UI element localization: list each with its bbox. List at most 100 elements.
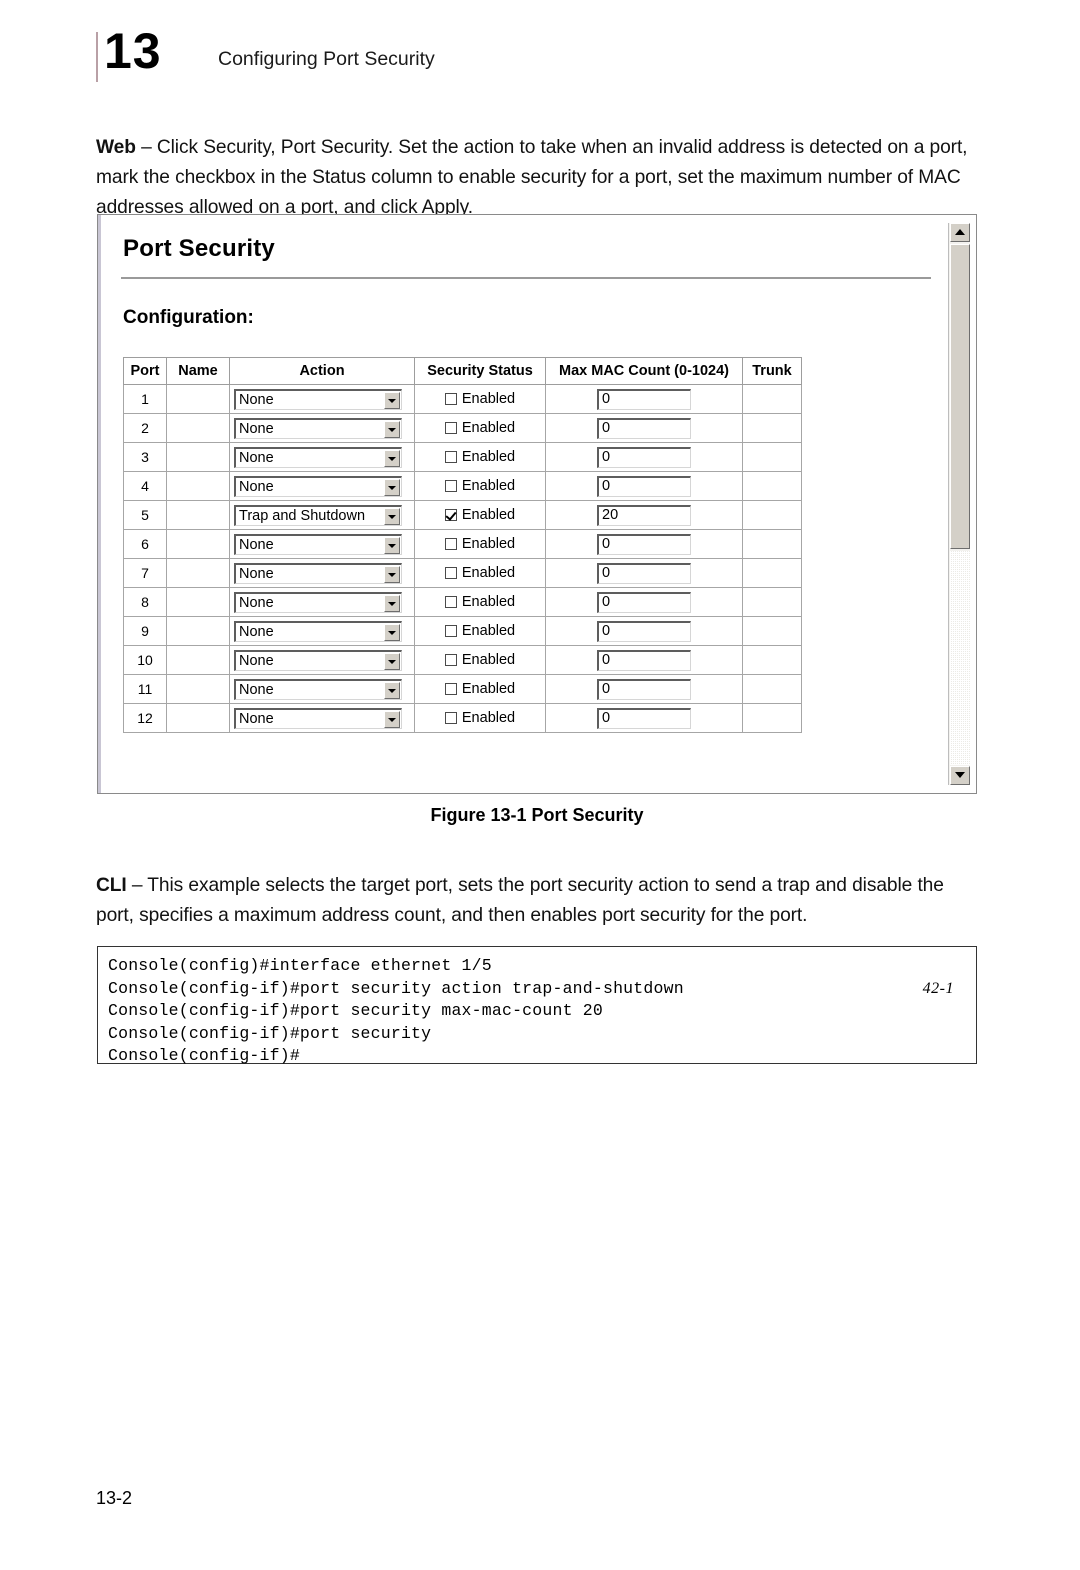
max-mac-count-input[interactable]: 0 (597, 678, 691, 700)
cell-port-name (166, 529, 230, 559)
cell-port-number: 4 (123, 471, 167, 501)
action-dropdown[interactable]: Trap and Shutdown (234, 504, 402, 526)
chevron-down-icon[interactable] (384, 478, 400, 496)
security-status-label: Enabled (461, 419, 516, 436)
max-mac-count-input[interactable]: 0 (597, 446, 691, 468)
action-dropdown-value: None (239, 681, 274, 698)
security-status-checkbox[interactable] (444, 595, 457, 608)
table-body: 1 None Enabled 0 2 None Enabled 0 3 None Enabled 0 4… (123, 384, 802, 733)
action-dropdown[interactable]: None (234, 620, 402, 642)
cell-port-name (166, 413, 230, 443)
action-dropdown-value: None (239, 565, 274, 582)
security-status-checkbox[interactable] (444, 537, 457, 550)
scroll-down-arrow-icon[interactable] (950, 766, 970, 785)
max-mac-count-input[interactable]: 0 (597, 533, 691, 555)
security-status-checkbox[interactable] (444, 624, 457, 637)
security-status-checkbox[interactable] (444, 508, 457, 521)
security-status-checkbox-group[interactable]: Enabled (444, 419, 516, 436)
chevron-down-icon[interactable] (384, 594, 400, 612)
chevron-down-icon[interactable] (384, 536, 400, 554)
security-status-checkbox[interactable] (444, 711, 457, 724)
security-status-checkbox[interactable] (444, 450, 457, 463)
security-status-checkbox[interactable] (444, 479, 457, 492)
chevron-down-icon[interactable] (384, 710, 400, 728)
column-header-security-status: Security Status (414, 357, 546, 385)
chevron-down-icon[interactable] (384, 507, 400, 525)
action-dropdown-value: None (239, 478, 274, 495)
action-dropdown[interactable]: None (234, 475, 402, 497)
max-mac-count-input[interactable]: 0 (597, 620, 691, 642)
action-dropdown[interactable]: None (234, 678, 402, 700)
action-dropdown[interactable]: None (234, 417, 402, 439)
cell-port-number: 1 (123, 384, 167, 414)
chevron-down-icon[interactable] (384, 420, 400, 438)
cli-line: Console(config-if)#port security (108, 1023, 976, 1046)
security-status-checkbox-group[interactable]: Enabled (444, 507, 515, 523)
security-status-checkbox-group[interactable]: Enabled (444, 594, 515, 610)
action-dropdown[interactable]: None (234, 562, 402, 584)
cell-port-name (166, 616, 230, 646)
max-mac-count-input[interactable]: 0 (597, 562, 691, 584)
security-status-checkbox[interactable] (444, 653, 457, 666)
table-row: 8 None Enabled 0 (123, 587, 802, 617)
security-status-checkbox-group[interactable]: Enabled (444, 391, 515, 407)
port-security-table: Port Name Action Security Status Max MAC… (123, 357, 802, 733)
action-dropdown[interactable]: None (234, 446, 402, 468)
column-header-port: Port (123, 357, 167, 385)
figure-caption: Figure 13-1 Port Security (430, 805, 644, 825)
table-row: 1 None Enabled 0 (123, 384, 802, 414)
web-instructions-text: – Click Security, Port Security. Set the… (96, 137, 968, 219)
configuration-section-label: Configuration: (123, 307, 254, 328)
panel-title: Port Security (123, 235, 275, 262)
scroll-up-arrow-icon[interactable] (950, 223, 970, 242)
max-mac-count-input[interactable]: 0 (597, 707, 691, 729)
table-row: 9 None Enabled 0 (123, 616, 802, 646)
security-status-checkbox-group[interactable]: Enabled (444, 478, 515, 494)
chevron-down-icon[interactable] (384, 681, 400, 699)
max-mac-count-input[interactable]: 0 (597, 388, 691, 410)
action-dropdown[interactable]: None (234, 388, 402, 410)
chevron-down-icon[interactable] (384, 652, 400, 670)
action-dropdown[interactable]: None (234, 649, 402, 671)
action-dropdown[interactable]: None (234, 591, 402, 613)
cell-action: None (229, 413, 415, 443)
chevron-down-icon[interactable] (384, 623, 400, 641)
cli-line-text: Console(config-if)#port security action … (108, 978, 684, 998)
security-status-checkbox-group[interactable]: Enabled (444, 651, 516, 668)
security-status-checkbox[interactable] (444, 682, 457, 695)
table-row: 2 None Enabled 0 (123, 413, 802, 443)
cell-action: None (229, 471, 415, 501)
cell-security-status: Enabled (414, 645, 546, 675)
max-mac-count-input[interactable]: 0 (597, 649, 691, 671)
scrollbar-track[interactable] (950, 551, 970, 765)
max-mac-count-input[interactable]: 0 (597, 591, 691, 613)
cell-max-mac-count: 0 (545, 645, 743, 675)
security-status-checkbox-group[interactable]: Enabled (444, 536, 515, 552)
security-status-checkbox-group[interactable]: Enabled (444, 710, 515, 726)
chevron-down-icon[interactable] (384, 391, 400, 409)
cell-port-number: 11 (123, 674, 167, 704)
chevron-down-icon[interactable] (384, 449, 400, 467)
cli-instructions-paragraph: CLI – This example selects the target po… (96, 871, 980, 931)
action-dropdown[interactable]: None (234, 707, 402, 729)
security-status-checkbox-group[interactable]: Enabled (444, 449, 515, 465)
table-row: 7 None Enabled 0 (123, 558, 802, 588)
security-status-checkbox[interactable] (444, 566, 457, 579)
web-instructions-paragraph: Web – Click Security, Port Security. Set… (96, 133, 980, 223)
panel-vertical-scrollbar[interactable] (948, 223, 970, 785)
security-status-checkbox[interactable] (444, 421, 457, 434)
max-mac-count-input[interactable]: 20 (597, 504, 691, 526)
scrollbar-thumb[interactable] (950, 244, 970, 549)
max-mac-count-input[interactable]: 0 (597, 417, 691, 439)
cell-action: Trap and Shutdown (229, 500, 415, 530)
security-status-checkbox[interactable] (444, 392, 457, 405)
cell-action: None (229, 529, 415, 559)
chevron-down-icon[interactable] (384, 565, 400, 583)
security-status-checkbox-group[interactable]: Enabled (444, 681, 515, 697)
action-dropdown[interactable]: None (234, 533, 402, 555)
security-status-label: Enabled (461, 651, 516, 668)
max-mac-count-input[interactable]: 0 (597, 475, 691, 497)
security-status-checkbox-group[interactable]: Enabled (444, 623, 515, 639)
cell-max-mac-count: 0 (545, 529, 743, 559)
security-status-checkbox-group[interactable]: Enabled (444, 565, 515, 581)
